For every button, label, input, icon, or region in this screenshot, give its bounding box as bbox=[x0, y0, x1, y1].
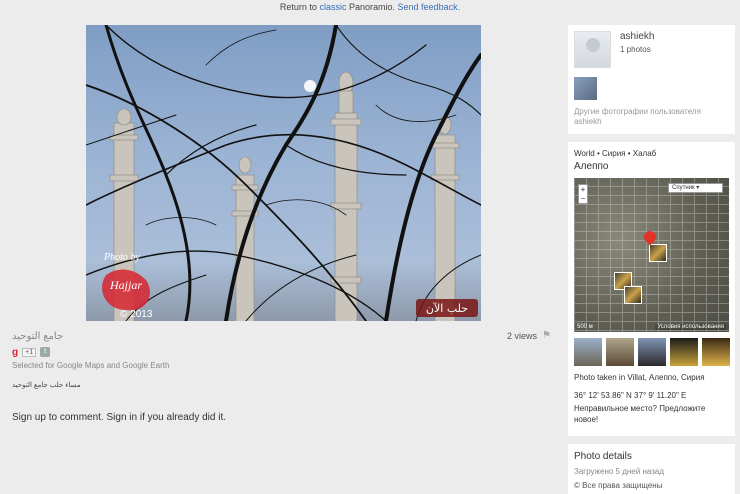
minarets-image: Photo by Hajjar © 2013 حلب الآن bbox=[86, 25, 481, 321]
top-bar: Return to classic Panoramio. Send feedba… bbox=[0, 2, 740, 12]
nearby-photo-thumbnail[interactable] bbox=[638, 338, 666, 366]
map-type-select[interactable]: Спутник ▾ bbox=[668, 183, 723, 193]
nearby-photo-thumbnail[interactable] bbox=[670, 338, 698, 366]
nearby-photo-thumbnail[interactable] bbox=[702, 338, 730, 366]
classic-link[interactable]: classic bbox=[319, 2, 346, 12]
location-map[interactable]: + − Спутник ▾ 500 м Условия использовани… bbox=[574, 178, 729, 332]
photo-taken-in[interactable]: Photo taken in Villat, Алеппо, Сирия bbox=[574, 373, 705, 382]
details-panel: Photo details Загружено 5 дней назад © В… bbox=[568, 444, 735, 494]
nearby-photo-thumbnail[interactable] bbox=[606, 338, 634, 366]
zoom-out-button[interactable]: − bbox=[579, 194, 587, 203]
other-photos-line2: ashiekh bbox=[574, 117, 602, 126]
map-photo-marker[interactable] bbox=[624, 286, 642, 304]
city-name[interactable]: Алеппо bbox=[574, 161, 608, 172]
map-type-label: Спутник bbox=[672, 185, 695, 191]
map-terms-link[interactable]: Условия использования bbox=[655, 324, 726, 330]
photo-title: جامع التوحيد bbox=[12, 331, 64, 342]
details-heading: Photo details bbox=[574, 451, 632, 462]
selected-for-maps: Selected for Google Maps and Google Eart… bbox=[12, 361, 170, 370]
coordinates: 36° 12' 53.86" N 37° 9' 11.20" E bbox=[574, 391, 687, 400]
photo-description: مساء حلب جامع التوحيد bbox=[12, 382, 81, 389]
watermark-line1: Photo by bbox=[103, 252, 140, 263]
twitter-icon[interactable]: t bbox=[40, 347, 51, 357]
uploaded-date: Загружено 5 дней назад bbox=[574, 467, 664, 476]
google-plus-icon[interactable]: g bbox=[12, 347, 18, 358]
main-photo[interactable]: Photo by Hajjar © 2013 حلب الآن bbox=[86, 25, 481, 321]
watermark-line2: Hajjar bbox=[109, 278, 142, 292]
zoom-in-button[interactable]: + bbox=[579, 185, 587, 194]
signup-prompt[interactable]: Sign up to comment. Sign in if you alrea… bbox=[12, 412, 226, 423]
map-scale: 500 м bbox=[577, 324, 593, 330]
copyright-notice: © Все права защищены bbox=[574, 481, 663, 490]
map-photo-marker[interactable] bbox=[649, 244, 667, 262]
other-photos-link[interactable]: Другие фотографии пользователя ashiekh bbox=[574, 107, 701, 127]
nearby-photo-thumbnail[interactable] bbox=[574, 338, 602, 366]
send-feedback-link[interactable]: Send feedback. bbox=[398, 2, 461, 12]
map-zoom-control[interactable]: + − bbox=[578, 184, 588, 204]
other-photos-line1: Другие фотографии пользователя bbox=[574, 107, 701, 116]
plus-one-button[interactable]: +1 bbox=[22, 347, 37, 357]
nearby-photos bbox=[574, 338, 730, 366]
share-buttons: g +1 t bbox=[12, 346, 51, 358]
flag-icon[interactable]: ⚑ bbox=[542, 330, 551, 341]
user-photo-thumbnail[interactable] bbox=[574, 77, 597, 100]
location-panel: World • Сирия • Халаб Алеппо + − Спутник… bbox=[568, 142, 735, 436]
photo-count[interactable]: 1 photos bbox=[620, 45, 651, 54]
panoramio-text: Panoramio. bbox=[348, 2, 396, 12]
view-count: 2 views bbox=[507, 331, 538, 341]
return-text: Return to bbox=[279, 2, 317, 12]
breadcrumb[interactable]: World • Сирия • Халаб bbox=[574, 149, 656, 158]
watermark-year: © 2013 bbox=[120, 309, 153, 320]
overlay-text: حلب الآن bbox=[426, 302, 468, 315]
wrong-place-link[interactable]: Неправильное место? Предложите новое! bbox=[574, 403, 724, 425]
user-panel: ashiekh 1 photos Другие фотографии польз… bbox=[568, 25, 735, 134]
avatar[interactable] bbox=[574, 31, 611, 68]
username-link[interactable]: ashiekh bbox=[620, 31, 654, 42]
